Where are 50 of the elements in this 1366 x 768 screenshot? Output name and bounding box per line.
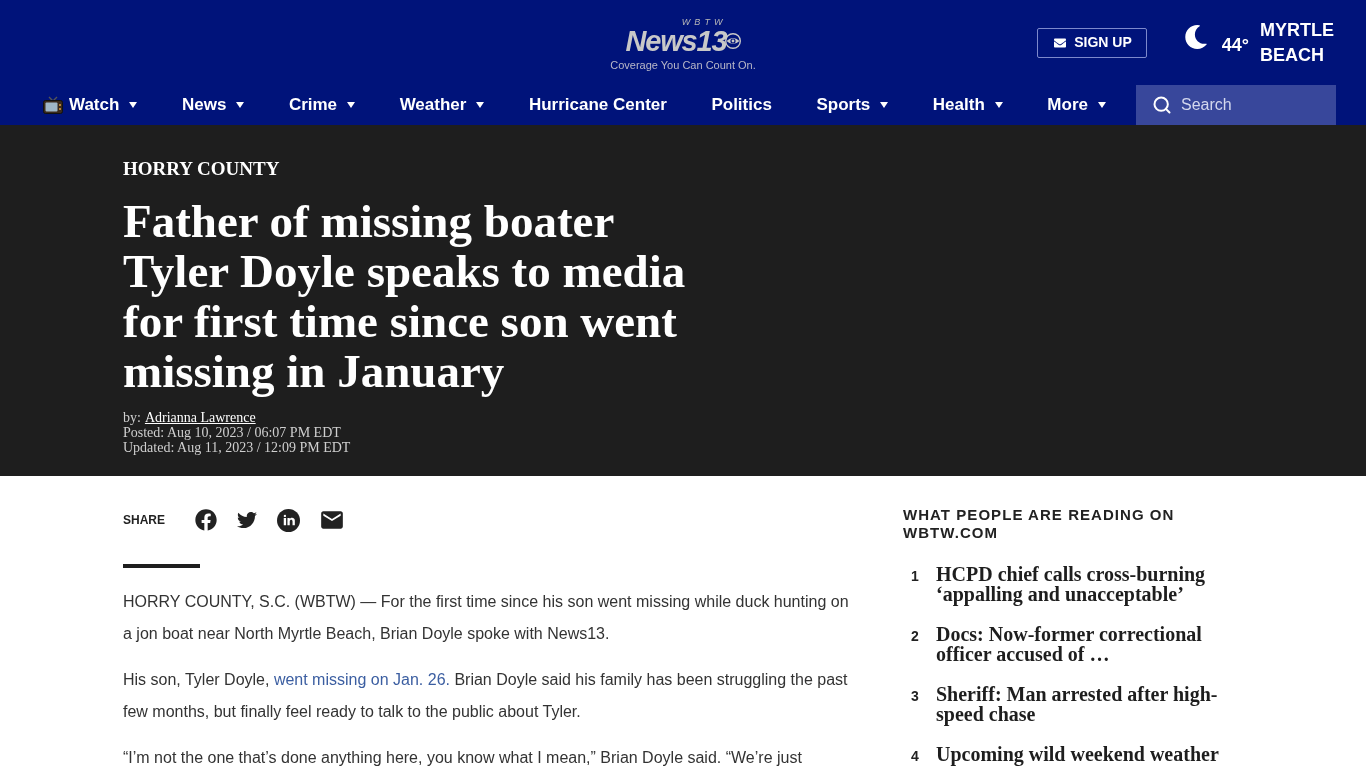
linkedin-icon[interactable] [277,508,300,532]
article-paragraph: HORRY COUNTY, S.C. (WBTW) — For the first time since his son went missing while duck hunting on a jon boat near North Myrtle Beach, Brian Doyle spoke with News13. [123,592,850,644]
television-icon [43,96,63,114]
rank-number: 2 [911,627,920,646]
weather-temperature: 44° [1221,34,1249,57]
nav-link[interactable]: Sports [816,92,889,118]
caret-icon [1097,102,1106,108]
share-label: SHARE [123,512,165,529]
sidebar-heading: WHAT PEOPLE ARE READING ON WBTW.COM [903,506,1176,542]
headline-link[interactable]: HCPD chief calls cross-burning ‘appalling and unacceptable’ [936,564,1236,604]
logo-wordmark[interactable]: News13 [625,26,727,55]
caret-icon [129,102,138,108]
rank-number: 4 [911,747,920,766]
rank-number: 1 [911,567,920,586]
moon-icon [1183,24,1208,49]
byline-label: by: [123,410,141,425]
weather-location[interactable]: MYRTLE BEACH [1260,17,1336,68]
search-field[interactable]: Search [1136,85,1336,125]
nav-link[interactable]: More [1047,92,1106,118]
search-icon [1152,95,1172,115]
facebook-icon[interactable] [195,509,217,531]
caret-icon [994,102,1003,108]
caret-icon [236,102,245,108]
nav-link[interactable]: Crime [288,92,356,118]
posted-date: Posted: Aug 10, 2023 / 06:07 PM EDT [123,425,341,440]
article-paragraph: His son, Tyler Doyle, went missing on Jan. 26. Brian Doyle said his family has been struggling the past few months, but finally feel ready to talk to the public about Tyler. [123,670,849,722]
author-link[interactable]: Adrianna Lawrence [144,410,256,425]
caret-icon [476,102,485,108]
article-headline: Father of missing boater Tyler Doyle speaks to media for first time since son went missing in January [123,196,687,396]
nav-link[interactable]: Hurricane Center [528,92,667,118]
nav-link[interactable]: Watch [43,92,138,118]
updated-date: Updated: Aug 11, 2023 / 12:09 PM EDT [123,440,351,455]
article-paragraph: “I’m not the one that’s done anything here, you know what I mean,” Brian Doyle said. “We’re just [123,748,803,768]
headline-link[interactable]: Docs: Now-former correctional officer accused of … [936,624,1236,664]
nav-link[interactable]: News [181,92,245,118]
rank-number: 3 [911,687,920,706]
nav-link[interactable]: Politics [711,92,772,118]
envelope-icon [1052,36,1069,49]
logo-callsign: WBTW [681,17,727,27]
nav-link[interactable]: Health [932,92,1003,118]
twitter-icon[interactable] [236,510,258,530]
caret-icon [347,102,356,108]
logo-tagline: Coverage You Can Count On. [610,57,756,72]
category-label[interactable]: HORRY COUNTY [123,158,280,180]
sign-up-button[interactable]: SIGN UP [1037,27,1147,58]
headline-link[interactable]: Upcoming wild weekend weather [936,744,1236,767]
article-link[interactable]: went missing on Jan. 26. [273,671,450,688]
nav-link[interactable]: Weather [399,92,485,118]
headline-link[interactable]: Sheriff: Man arrested after high-speed chase [936,684,1236,724]
caret-icon [880,102,889,108]
